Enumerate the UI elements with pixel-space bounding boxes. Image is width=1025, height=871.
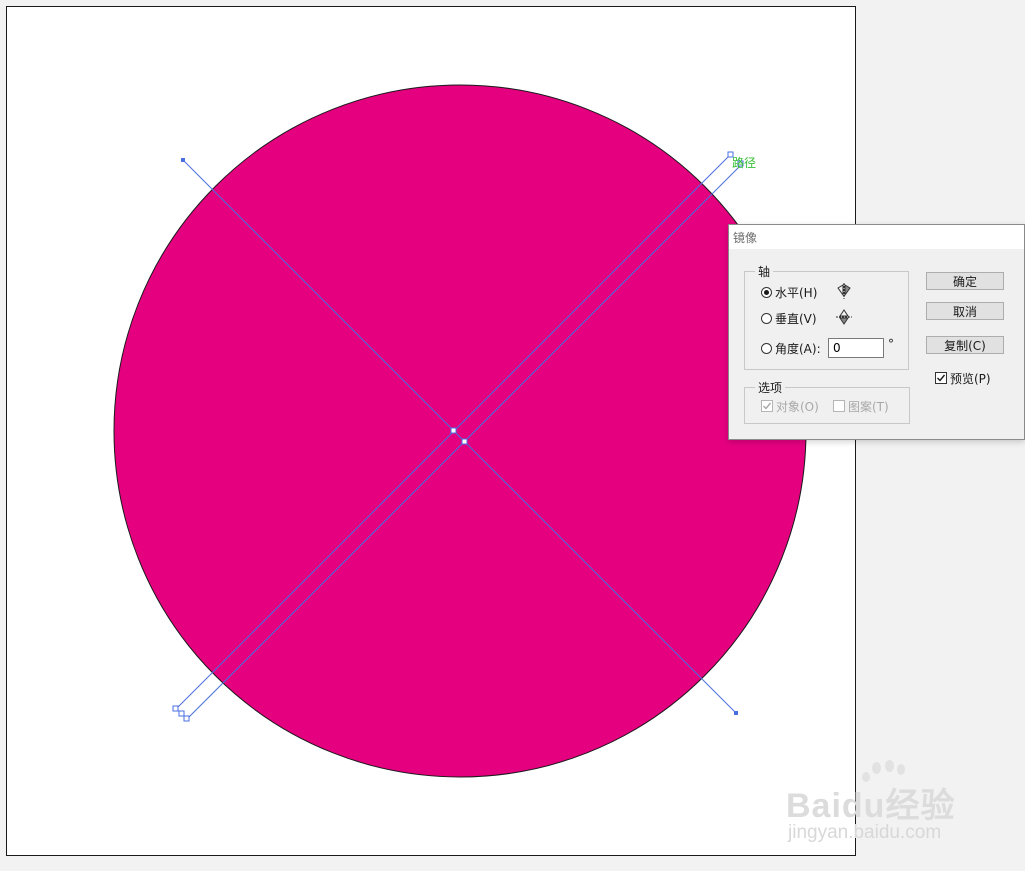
checkbox-preview-box[interactable] (935, 372, 947, 384)
radio-horizontal-button[interactable] (761, 286, 772, 298)
anchor-point[interactable] (178, 710, 185, 717)
center-anchor-point[interactable] (461, 438, 468, 445)
checkbox-patterns-box[interactable] (833, 400, 845, 412)
options-group-legend: 选项 (755, 379, 786, 396)
magenta-circle[interactable] (113, 84, 807, 778)
checkbox-patterns-label: 图案(T) (848, 399, 889, 414)
copy-button[interactable]: 复制(C) (926, 336, 1004, 354)
radio-angle-button[interactable] (761, 342, 772, 354)
checkbox-patterns[interactable]: 图案(T) (833, 398, 889, 414)
vertical-axis-icon (836, 309, 852, 325)
options-group: 选项 对象(O) 图案(T) (744, 379, 910, 424)
checkbox-objects-box[interactable] (761, 400, 773, 412)
anchor-point[interactable] (172, 705, 179, 712)
dialog-title: 镜像 (733, 231, 758, 245)
check-icon (763, 402, 772, 410)
checkbox-preview-label: 预览(P) (950, 371, 991, 386)
radio-angle[interactable]: 角度(A): (761, 339, 821, 357)
checkbox-objects-label: 对象(O) (776, 399, 819, 414)
paw-pad (885, 760, 894, 772)
center-anchor-point[interactable] (450, 427, 457, 434)
degree-sign: ° (888, 337, 894, 351)
paw-pad (872, 762, 881, 774)
path-smart-guide-label: 路径 (732, 155, 756, 170)
baidu-watermark: Baidu经验 jingyan.baidu.com (786, 760, 1016, 855)
radio-vertical-label: 垂直(V) (775, 311, 817, 326)
watermark-url: jingyan.baidu.com (788, 822, 942, 843)
anchor-point[interactable] (183, 715, 190, 722)
checkbox-preview[interactable]: 预览(P) (935, 370, 991, 386)
ok-button[interactable]: 确定 (926, 272, 1004, 290)
paw-pad (897, 764, 905, 775)
anchor-point[interactable] (734, 711, 738, 715)
radio-vertical[interactable]: 垂直(V) (761, 309, 817, 327)
workspace: 路径 Baidu经验 jingyan.baidu.com 镜像 轴 水平(H) (0, 0, 1025, 871)
radio-vertical-button[interactable] (761, 312, 772, 324)
check-icon (937, 374, 946, 382)
dialog-titlebar[interactable]: 镜像 (729, 225, 1024, 249)
horizontal-axis-icon (837, 283, 851, 299)
axis-group: 轴 水平(H) 垂直(V) 角度(A): (744, 263, 909, 370)
axis-group-legend: 轴 (755, 263, 774, 280)
radio-horizontal-label: 水平(H) (775, 285, 818, 300)
mirror-dialog: 镜像 轴 水平(H) 垂直(V) 角度(A): 0 ° 选项 对象(O) 图案(… (728, 224, 1025, 440)
watermark-brand: Baidu经验 (786, 787, 956, 825)
angle-input[interactable] (828, 338, 884, 358)
radio-horizontal[interactable]: 水平(H) (761, 283, 817, 301)
radio-angle-label: 角度(A): (775, 341, 821, 356)
anchor-point[interactable] (181, 158, 185, 162)
checkbox-objects[interactable]: 对象(O) (761, 398, 819, 414)
cancel-button[interactable]: 取消 (926, 302, 1004, 320)
